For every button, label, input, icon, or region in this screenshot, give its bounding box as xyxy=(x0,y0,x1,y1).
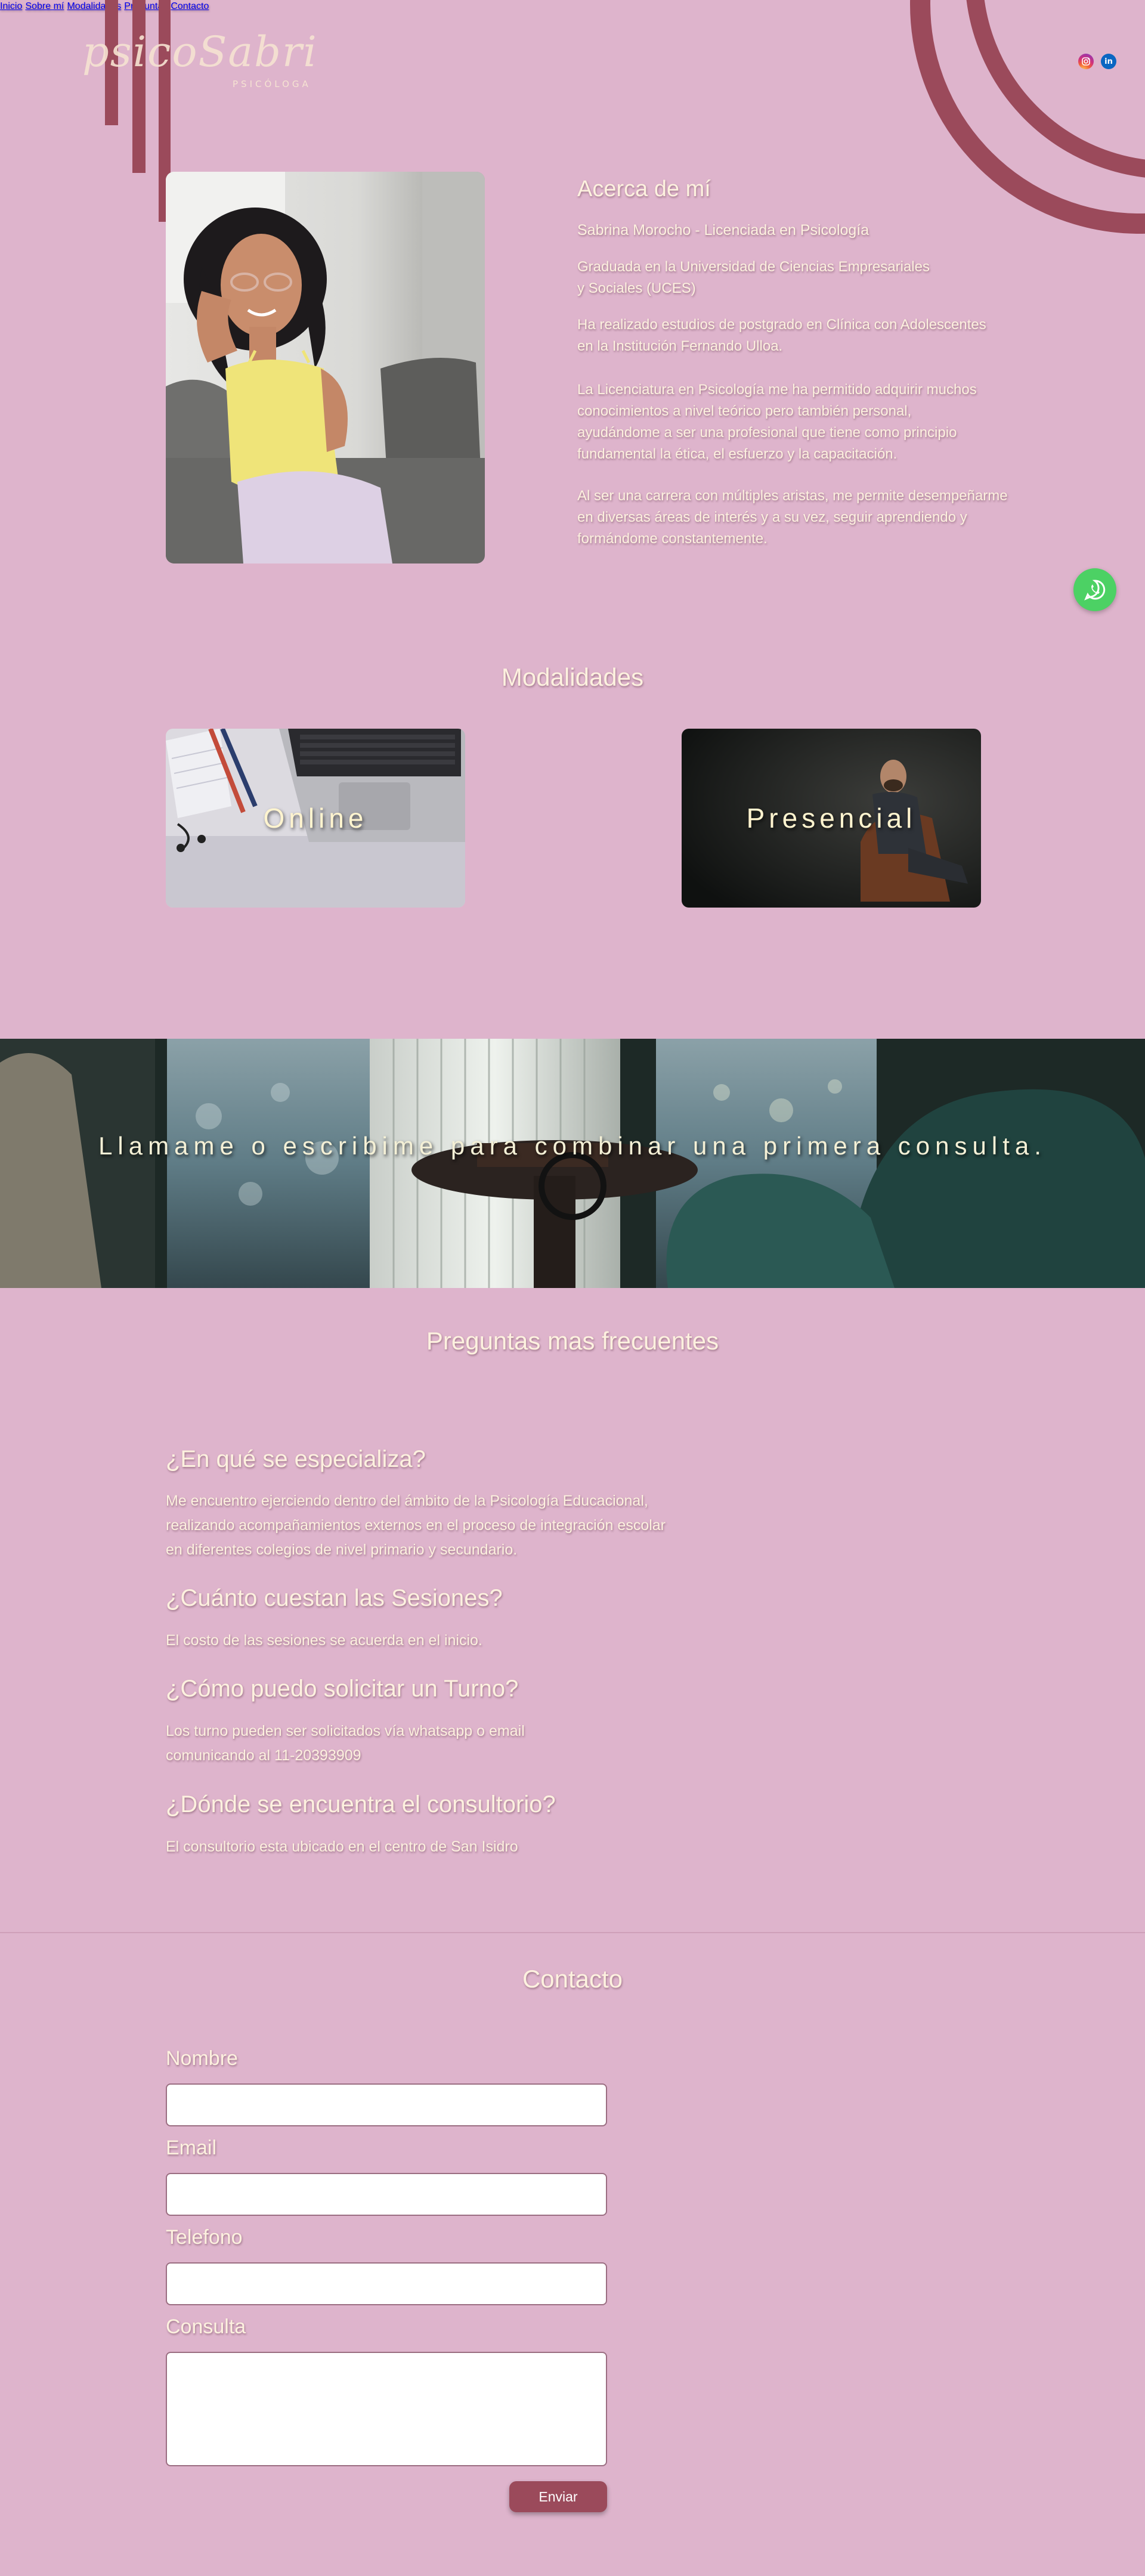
faq-answer: El costo de las sesiones se acuerda en e… xyxy=(166,1628,703,1653)
about-paragraph: La Licenciatura en Psicología me ha perm… xyxy=(577,379,1036,465)
faq-answer-line: realizando acompañamientos externos en e… xyxy=(166,1517,666,1534)
about-line: fundamental la ética, el esfuerzo y la c… xyxy=(577,446,898,462)
banner-image xyxy=(0,1039,1145,1288)
about-line: en la Institución Fernando Ulloa. xyxy=(577,338,783,354)
faq-question: ¿Cuánto cuestan las Sesiones? xyxy=(166,1585,503,1611)
banner-text: Llamame o escribime para combinar una pr… xyxy=(98,1132,1047,1160)
faq-answer-line: comunicando al 11-20393909 xyxy=(166,1747,361,1764)
logo-subtitle: PSICÓLOGA xyxy=(233,79,311,89)
logo-script: psicoSabri xyxy=(82,27,318,76)
phone-label: Telefono xyxy=(166,2226,243,2249)
message-field[interactable] xyxy=(166,2352,607,2466)
about-paragraph: Graduada en la Universidad de Ciencias E… xyxy=(577,256,1036,299)
send-button[interactable]: Enviar xyxy=(509,2481,607,2512)
decorative-arcs xyxy=(906,0,1145,239)
linkedin-label: in xyxy=(1104,57,1113,66)
instagram-icon[interactable] xyxy=(1078,54,1094,69)
name-field[interactable] xyxy=(166,2083,607,2126)
faq-question: ¿Cómo puedo solicitar un Turno? xyxy=(166,1676,519,1702)
nav-item-inicio[interactable]: Inicio xyxy=(0,1,22,11)
faq-answer-line: Me encuentro ejerciendo dentro del ámbit… xyxy=(166,1493,648,1509)
modality-label: Online xyxy=(263,803,368,834)
nav-item-contacto[interactable]: Contacto xyxy=(171,1,209,11)
decorative-bar xyxy=(132,0,146,173)
about-line: La Licenciatura en Psicología me ha perm… xyxy=(577,382,977,398)
email-field[interactable] xyxy=(166,2173,607,2216)
about-paragraph: Al ser una carrera con múltiples aristas… xyxy=(577,485,1036,550)
message-label: Consulta xyxy=(166,2315,246,2338)
logo[interactable]: psicoSabri PSICÓLOGA xyxy=(82,27,318,89)
about-line: Graduada en la Universidad de Ciencias E… xyxy=(577,259,930,275)
about-line: en diversas áreas de interés y a su vez,… xyxy=(577,509,967,525)
about-title: Acerca de mí xyxy=(577,177,711,202)
about-line: Ha realizado estudios de postgrado en Cl… xyxy=(577,317,986,333)
about-line: Al ser una carrera con múltiples aristas… xyxy=(577,488,1008,504)
faq-question: ¿Dónde se encuentra el consultorio? xyxy=(166,1791,556,1818)
phone-field[interactable] xyxy=(166,2262,607,2305)
whatsapp-button[interactable] xyxy=(1073,568,1116,611)
contact-title: Contacto xyxy=(522,1965,623,1993)
modalities-title: Modalidades xyxy=(501,663,644,691)
linkedin-icon[interactable]: in xyxy=(1101,54,1116,69)
whatsapp-icon xyxy=(1084,580,1106,600)
about-line: ayudándome a ser una profesional que tie… xyxy=(577,425,957,441)
modality-label: Presencial xyxy=(746,803,917,834)
faq-answer-line: Los turno pueden ser solicitados vía wha… xyxy=(166,1723,525,1739)
about-line: formándome constantemente. xyxy=(577,531,768,547)
nav-item-sobre-mi[interactable]: Sobre mí xyxy=(25,1,64,11)
section-divider xyxy=(0,1932,1145,1933)
email-label: Email xyxy=(166,2137,217,2159)
modality-card-presencial[interactable]: Presencial xyxy=(682,729,981,908)
faq-answer-line: El costo de las sesiones se acuerda en e… xyxy=(166,1632,482,1649)
about-line: conocimientos a nivel teórico pero tambi… xyxy=(577,403,912,419)
faq-answer: El consultorio esta ubicado en el centro… xyxy=(166,1835,703,1859)
faq-answer: Me encuentro ejerciendo dentro del ámbit… xyxy=(166,1489,703,1562)
about-subtitle: Sabrina Morocho - Licenciada en Psicolog… xyxy=(577,222,869,239)
modality-card-online[interactable]: Online xyxy=(166,729,465,908)
faq-answer-line: El consultorio esta ubicado en el centro… xyxy=(166,1838,518,1855)
faq-answer-line: en diferentes colegios de nivel primario… xyxy=(166,1541,518,1558)
profile-photo xyxy=(166,172,485,564)
about-paragraph: Ha realizado estudios de postgrado en Cl… xyxy=(577,314,1036,357)
faq-question: ¿En qué se especializa? xyxy=(166,1446,426,1472)
name-label: Nombre xyxy=(166,2047,238,2070)
about-line: y Sociales (UCES) xyxy=(577,280,696,296)
faq-title: Preguntas mas frecuentes xyxy=(426,1327,719,1355)
consultation-banner: Llamame o escribime para combinar una pr… xyxy=(0,1039,1145,1288)
faq-answer: Los turno pueden ser solicitados vía wha… xyxy=(166,1719,703,1768)
